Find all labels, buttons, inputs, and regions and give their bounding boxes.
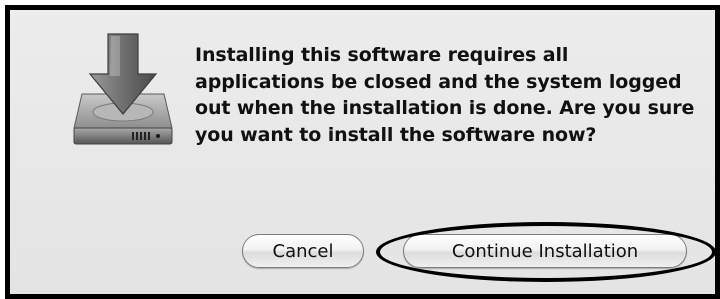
installer-disk-download-icon (70, 32, 176, 152)
dialog-message: Installing this software requires all ap… (195, 44, 695, 146)
continue-installation-button[interactable]: Continue Installation (403, 234, 687, 268)
install-confirm-dialog: Installing this software requires all ap… (5, 5, 720, 299)
cancel-button[interactable]: Cancel (242, 234, 364, 268)
